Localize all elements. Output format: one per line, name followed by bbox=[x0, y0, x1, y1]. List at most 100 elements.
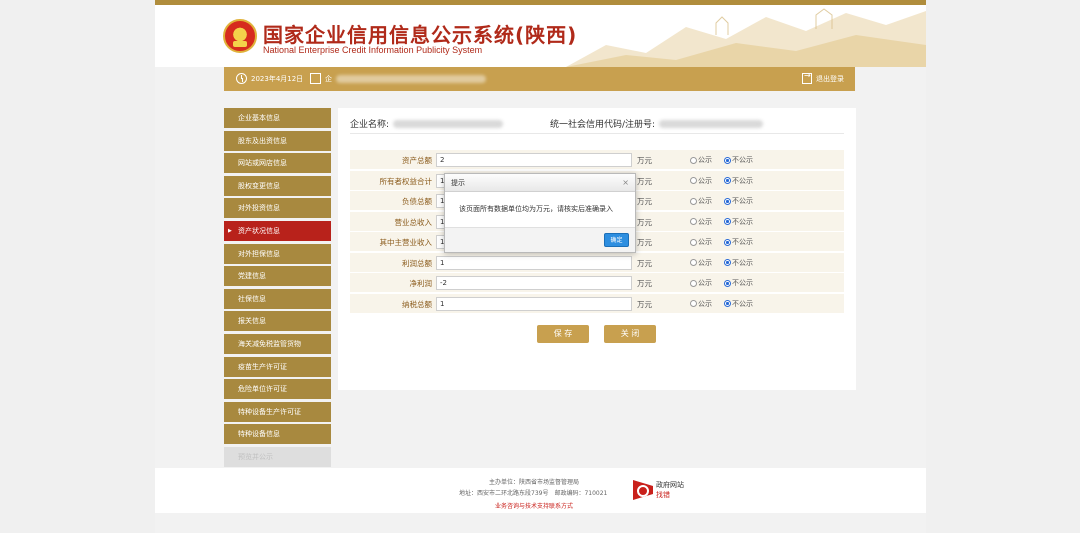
sidebar-item-preview[interactable]: 预览并公示 bbox=[224, 446, 331, 467]
radio-on-icon bbox=[724, 156, 731, 164]
net-profit-input[interactable]: -2 bbox=[436, 276, 632, 290]
radio-on-icon bbox=[724, 218, 731, 225]
private-radio[interactable]: 不公示 bbox=[724, 176, 753, 186]
sidebar-item-special-equipment-license[interactable]: 特种设备生产许可证 bbox=[224, 401, 331, 422]
public-radio[interactable]: 公示 bbox=[690, 258, 712, 268]
radio-off-icon bbox=[690, 259, 697, 266]
form-row: 纳税总额 1 万元 公示 不公示 bbox=[350, 293, 844, 314]
site-title: 国家企业信用信息公示系统(陕西) bbox=[263, 23, 578, 47]
site-header: 国家企业信用信息公示系统(陕西) National Enterprise Cre… bbox=[155, 5, 926, 67]
radio-off-icon bbox=[690, 197, 697, 205]
private-radio[interactable]: 不公示 bbox=[724, 237, 753, 247]
public-label: 公示 bbox=[698, 238, 712, 246]
ok-button[interactable]: 确定 bbox=[604, 233, 629, 247]
sidebar-item-equity-change[interactable]: 股权变更信息 bbox=[224, 175, 331, 196]
field-label: 营业总收入 bbox=[394, 217, 433, 227]
sidebar-item-vaccine[interactable]: 疫苗生产许可证 bbox=[224, 356, 331, 377]
sidebar-nav: 企业基本信息 股东及出资信息 网站或网店信息 股权变更信息 对外投资信息 资产状… bbox=[224, 108, 331, 470]
private-label: 不公示 bbox=[732, 176, 753, 185]
public-radio[interactable]: 公示 bbox=[690, 278, 712, 288]
sidebar-item-special-equipment[interactable]: 特种设备信息 bbox=[224, 424, 331, 445]
public-label: 公示 bbox=[698, 299, 712, 308]
sidebar-item-customs-exemption[interactable]: 海关减免税监管货物 bbox=[224, 333, 331, 354]
header-decoration-image bbox=[566, 8, 926, 67]
sidebar-item-assets[interactable]: 资产状况信息 bbox=[224, 220, 331, 241]
sidebar-item-guarantee[interactable]: 对外担保信息 bbox=[224, 243, 331, 264]
close-icon[interactable]: × bbox=[622, 174, 629, 192]
radio-on-icon bbox=[724, 238, 731, 246]
private-label: 不公示 bbox=[732, 156, 753, 164]
radio-on-icon bbox=[724, 279, 731, 287]
close-button[interactable]: 关 闭 bbox=[604, 325, 656, 343]
sidebar-item-basic-info[interactable]: 企业基本信息 bbox=[224, 108, 331, 128]
divider bbox=[350, 133, 844, 134]
national-emblem-icon bbox=[223, 19, 257, 53]
date-text: 2023年4月12日 bbox=[251, 74, 304, 83]
alert-dialog: 提示 × 该页面所有数据单位均为万元，请核实后准确录入 确定 bbox=[444, 173, 636, 253]
field-label: 净利润 bbox=[409, 279, 433, 288]
clock-icon bbox=[236, 73, 247, 84]
sidebar-item-party[interactable]: 党建信息 bbox=[224, 266, 331, 287]
dialog-title: 提示 bbox=[451, 179, 465, 187]
field-label: 负债总额 bbox=[402, 197, 432, 206]
public-label: 公示 bbox=[698, 258, 712, 267]
public-label: 公示 bbox=[698, 217, 712, 226]
company-name-field: 企业名称: bbox=[350, 117, 504, 130]
field-label: 其中主营业收入 bbox=[379, 238, 433, 247]
radio-off-icon bbox=[690, 279, 697, 287]
field-label: 利润总额 bbox=[402, 258, 432, 268]
public-radio[interactable]: 公示 bbox=[690, 155, 712, 165]
user-bar: 2023年4月12日 企 退出登录 bbox=[224, 67, 855, 91]
total-tax-input[interactable]: 1 bbox=[436, 296, 632, 311]
unit-label: 万元 bbox=[637, 299, 652, 309]
sidebar-item-hazard[interactable]: 危险单位许可证 bbox=[224, 379, 331, 400]
private-radio[interactable]: 不公示 bbox=[724, 155, 753, 165]
public-radio[interactable]: 公示 bbox=[690, 237, 712, 247]
dialog-header: 提示 × bbox=[445, 174, 635, 192]
radio-off-icon bbox=[690, 218, 697, 225]
unit-label: 万元 bbox=[637, 156, 652, 165]
redacted-company-name bbox=[336, 74, 486, 83]
public-radio[interactable]: 公示 bbox=[690, 299, 712, 309]
private-radio[interactable]: 不公示 bbox=[724, 299, 753, 309]
sidebar-item-customs[interactable]: 报关信息 bbox=[224, 311, 331, 332]
gov-badge-subtext: 找错 bbox=[656, 491, 670, 499]
building-icon bbox=[310, 73, 321, 84]
footer-address: 地址：西安市二环北路东段739号 邮政编码：710021 bbox=[459, 490, 608, 497]
sidebar-item-shareholders[interactable]: 股东及出资信息 bbox=[224, 130, 331, 151]
sidebar-item-investment[interactable]: 对外投资信息 bbox=[224, 198, 331, 219]
credit-code-label: 统一社会信用代码/注册号: bbox=[550, 120, 656, 130]
private-radio[interactable]: 不公示 bbox=[724, 196, 753, 206]
radio-off-icon bbox=[690, 177, 697, 184]
logout-link[interactable]: 退出登录 bbox=[802, 71, 844, 84]
save-button[interactable]: 保 存 bbox=[537, 325, 589, 343]
gov-site-error-badge[interactable]: 政府网站 找错 bbox=[633, 480, 684, 500]
radio-on-icon bbox=[724, 177, 731, 184]
total-profit-input[interactable]: 1 bbox=[436, 255, 632, 270]
public-radio[interactable]: 公示 bbox=[690, 176, 712, 186]
public-label: 公示 bbox=[698, 176, 712, 185]
company-prefix: 企 bbox=[325, 74, 332, 83]
sidebar-item-social-security[interactable]: 社保信息 bbox=[224, 288, 331, 309]
private-radio[interactable]: 不公示 bbox=[724, 258, 753, 268]
public-label: 公示 bbox=[698, 279, 712, 287]
gov-badge-icon bbox=[633, 480, 653, 500]
field-label: 纳税总额 bbox=[402, 299, 432, 309]
company-name-label: 企业名称: bbox=[350, 120, 390, 130]
radio-off-icon bbox=[690, 238, 697, 246]
private-radio[interactable]: 不公示 bbox=[724, 217, 753, 227]
private-label: 不公示 bbox=[732, 299, 753, 308]
form-row: 资产总额 2 万元 公示 不公示 bbox=[350, 150, 844, 170]
total-assets-input[interactable]: 2 bbox=[436, 153, 632, 167]
logout-label: 退出登录 bbox=[816, 74, 844, 83]
logout-icon bbox=[802, 71, 812, 84]
public-radio[interactable]: 公示 bbox=[690, 217, 712, 227]
footer-contact-link[interactable]: 业务咨询与技术支持联系方式 bbox=[495, 501, 573, 510]
public-radio[interactable]: 公示 bbox=[690, 196, 712, 206]
unit-label: 万元 bbox=[637, 176, 652, 186]
private-radio[interactable]: 不公示 bbox=[724, 278, 753, 288]
radio-off-icon bbox=[690, 300, 697, 307]
unit-label: 万元 bbox=[637, 217, 652, 227]
dialog-footer: 确定 bbox=[445, 227, 635, 252]
sidebar-item-website[interactable]: 网站或网店信息 bbox=[224, 153, 331, 174]
